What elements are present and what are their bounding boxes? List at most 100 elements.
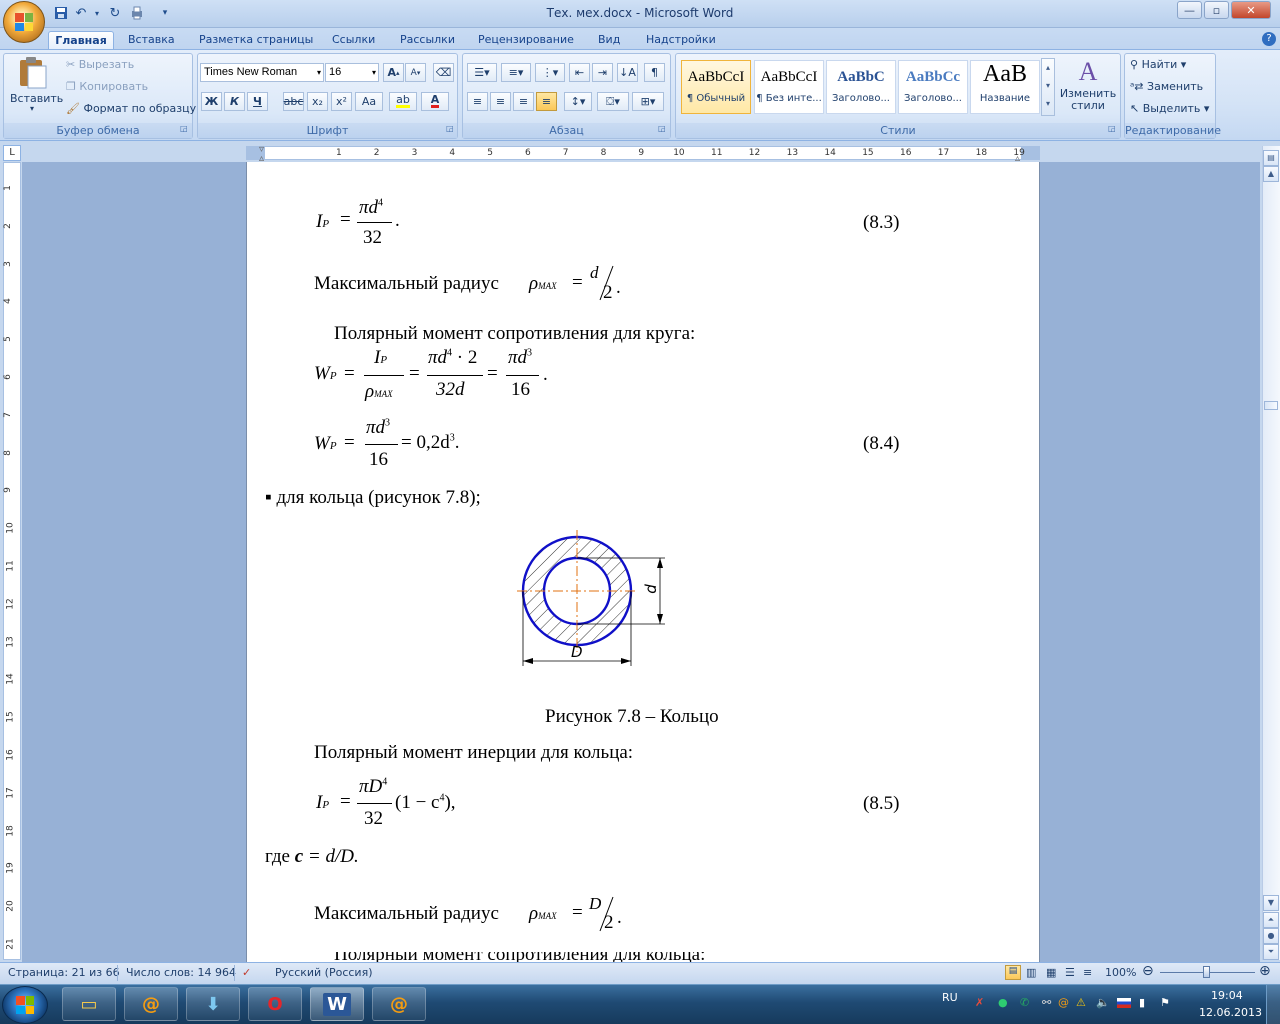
- full-screen-view-icon[interactable]: ▥: [1026, 966, 1036, 979]
- opera-taskbar-icon[interactable]: O: [248, 987, 302, 1021]
- status-language[interactable]: Русский (Россия): [275, 966, 373, 979]
- highlight-button[interactable]: ab: [389, 92, 417, 111]
- numbering-button[interactable]: ≡▾: [501, 63, 531, 82]
- font-name-combo[interactable]: Times New Roman ▾: [200, 63, 324, 82]
- explorer-taskbar-icon[interactable]: ▭: [62, 987, 116, 1021]
- shading-button[interactable]: ⛋▾: [597, 92, 629, 111]
- align-center-button[interactable]: ≡: [490, 92, 511, 111]
- zoom-level[interactable]: 100%: [1105, 966, 1136, 979]
- scroll-down-arrow-icon[interactable]: ▼: [1263, 895, 1279, 911]
- tray-mail-icon[interactable]: @: [1058, 996, 1069, 1009]
- tray-phone-icon[interactable]: ✆: [1020, 996, 1029, 1009]
- show-marks-button[interactable]: ¶: [644, 63, 665, 82]
- document-page[interactable]: IP = πd4 32 . (8.3) Максимальный радиус …: [246, 162, 1040, 962]
- start-button[interactable]: [2, 986, 48, 1024]
- ruler-toggle-icon[interactable]: ▤: [1263, 150, 1279, 166]
- replace-button[interactable]: ᵃ⇄ Заменить: [1130, 80, 1203, 93]
- zoom-out-icon[interactable]: ⊖: [1142, 963, 1154, 979]
- outline-view-icon[interactable]: ☰: [1065, 966, 1075, 979]
- superscript-button[interactable]: x²: [331, 92, 352, 111]
- style-normal[interactable]: AaBbCcI ¶ Обычный: [681, 60, 751, 114]
- bullets-button[interactable]: ☰▾: [467, 63, 497, 82]
- line-spacing-button[interactable]: ↕▾: [564, 92, 592, 111]
- borders-button[interactable]: ⊞▾: [632, 92, 664, 111]
- download-taskbar-icon[interactable]: ⬇: [186, 987, 240, 1021]
- clock-time[interactable]: 19:04: [1211, 989, 1243, 1002]
- cut-button[interactable]: ✂ Вырезать: [66, 58, 134, 71]
- subscript-button[interactable]: x₂: [307, 92, 328, 111]
- tray-warning-icon[interactable]: ⚠: [1076, 996, 1086, 1009]
- tab-view[interactable]: Вид: [592, 31, 626, 50]
- style-title[interactable]: AaB Название: [970, 60, 1040, 114]
- previous-page-icon[interactable]: ⏶: [1263, 912, 1279, 928]
- status-words[interactable]: Число слов: 14 964: [126, 966, 236, 979]
- zoom-in-icon[interactable]: ⊕: [1259, 963, 1271, 979]
- grow-font-button[interactable]: A ▴: [383, 63, 404, 82]
- status-page[interactable]: Страница: 21 из 66: [8, 966, 120, 979]
- office-button[interactable]: [3, 1, 45, 43]
- copy-button[interactable]: ❐ Копировать: [66, 80, 148, 93]
- close-button[interactable]: ✕: [1231, 1, 1271, 19]
- web-layout-view-icon[interactable]: ▦: [1046, 966, 1056, 979]
- show-desktop-button[interactable]: [1266, 985, 1280, 1024]
- paragraph-launcher-icon[interactable]: ◲: [658, 124, 666, 133]
- change-case-button[interactable]: Aa: [355, 92, 383, 111]
- tab-home[interactable]: Главная: [48, 31, 114, 50]
- next-page-icon[interactable]: ⏷: [1263, 944, 1279, 960]
- multilevel-list-button[interactable]: ⋮▾: [535, 63, 565, 82]
- tray-green-icon[interactable]: ●: [998, 996, 1008, 1009]
- draft-view-icon[interactable]: ≡: [1083, 966, 1092, 979]
- find-button[interactable]: ⚲ Найти ▾: [1130, 58, 1186, 71]
- flag-icon[interactable]: [1117, 998, 1131, 1008]
- strikethrough-button[interactable]: abc: [283, 92, 304, 111]
- tray-app-icon[interactable]: ✗: [975, 996, 984, 1009]
- select-browse-object-icon[interactable]: ●: [1263, 928, 1279, 944]
- italic-button[interactable]: К: [224, 92, 245, 111]
- bold-button[interactable]: Ж: [201, 92, 222, 111]
- tab-review[interactable]: Рецензирование: [472, 31, 580, 50]
- styles-launcher-icon[interactable]: ◲: [1108, 124, 1116, 133]
- increase-indent-button[interactable]: ⇥: [592, 63, 613, 82]
- action-center-icon[interactable]: ⚑: [1160, 996, 1170, 1009]
- mail-agent-2-taskbar-icon[interactable]: @: [372, 987, 426, 1021]
- font-size-combo[interactable]: 16 ▾: [325, 63, 379, 82]
- vertical-scrollbar[interactable]: [1262, 146, 1280, 960]
- help-icon[interactable]: ?: [1262, 32, 1276, 46]
- proofing-icon[interactable]: ✓: [242, 966, 251, 979]
- style-heading-2[interactable]: AaBbCc Заголово...: [898, 60, 968, 114]
- style-no-spacing[interactable]: AaBbCcI ¶ Без инте...: [754, 60, 824, 114]
- shrink-font-button[interactable]: A ▾: [405, 63, 426, 82]
- decrease-indent-button[interactable]: ⇤: [569, 63, 590, 82]
- tab-page-layout[interactable]: Разметка страницы: [193, 31, 319, 50]
- sort-button[interactable]: ↓A: [617, 63, 638, 82]
- print-layout-view-icon[interactable]: ▤: [1005, 965, 1021, 980]
- volume-icon[interactable]: 🔈: [1096, 996, 1110, 1009]
- align-left-button[interactable]: ≡: [467, 92, 488, 111]
- word-taskbar-icon[interactable]: W: [310, 987, 364, 1021]
- minimize-button[interactable]: —: [1177, 1, 1202, 19]
- justify-button[interactable]: ≡: [536, 92, 557, 111]
- format-painter-button[interactable]: 🖌 Формат по образцу: [66, 102, 196, 115]
- tab-references[interactable]: Ссылки: [326, 31, 381, 50]
- styles-scroll[interactable]: ▴ ▾ ▾: [1041, 58, 1055, 116]
- tab-addins[interactable]: Надстройки: [640, 31, 722, 50]
- font-color-button[interactable]: A: [421, 92, 449, 111]
- clear-formatting-button[interactable]: ⌫: [433, 63, 454, 82]
- tab-mailings[interactable]: Рассылки: [394, 31, 461, 50]
- scroll-up-arrow-icon[interactable]: ▲: [1263, 166, 1279, 182]
- tab-insert[interactable]: Вставка: [122, 31, 181, 50]
- align-right-button[interactable]: ≡: [513, 92, 534, 111]
- mail-agent-taskbar-icon[interactable]: @: [124, 987, 178, 1021]
- tab-selector[interactable]: L: [3, 145, 21, 161]
- scroll-thumb[interactable]: [1264, 401, 1278, 410]
- font-launcher-icon[interactable]: ◲: [446, 124, 454, 133]
- select-button[interactable]: ↖ Выделить ▾: [1130, 102, 1209, 115]
- paste-button[interactable]: Вставить ▾: [8, 56, 63, 116]
- tray-link-icon[interactable]: ⚯: [1042, 996, 1051, 1009]
- zoom-slider-thumb[interactable]: [1203, 966, 1210, 978]
- underline-button[interactable]: Ч: [247, 92, 268, 111]
- clipboard-launcher-icon[interactable]: ◲: [180, 124, 188, 133]
- change-styles-button[interactable]: A Изменить стили: [1058, 56, 1118, 118]
- network-icon[interactable]: ▮: [1139, 996, 1145, 1009]
- language-indicator[interactable]: RU: [942, 991, 958, 1004]
